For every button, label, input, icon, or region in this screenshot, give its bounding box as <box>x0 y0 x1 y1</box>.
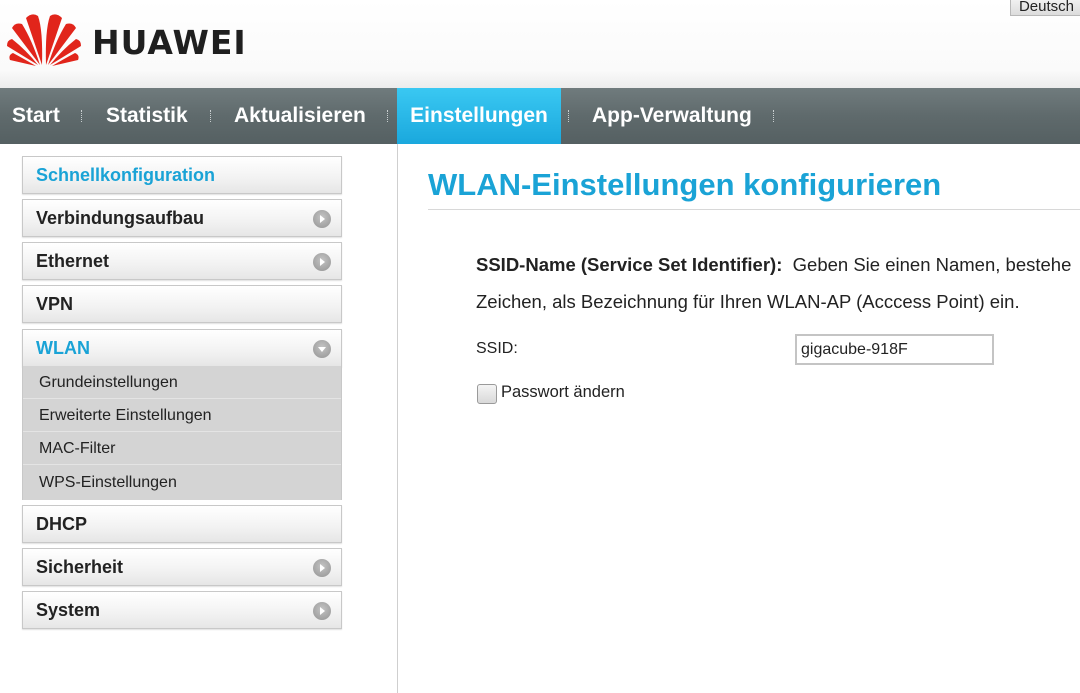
wlan-submenu: Grundeinstellungen Erweiterte Einstellun… <box>22 366 342 500</box>
main-nav: Start Statistik Aktualisieren Einstellun… <box>0 88 1080 144</box>
chevron-right-icon <box>313 210 331 228</box>
nav-separator <box>210 110 212 122</box>
sidebar-item-verbindungsaufbau[interactable]: Verbindungsaufbau <box>22 199 342 237</box>
nav-separator <box>387 110 389 122</box>
sidebar-item-label: Verbindungsaufbau <box>36 208 205 228</box>
ssid-input[interactable] <box>795 334 994 365</box>
chevron-right-icon <box>313 559 331 577</box>
brand-name: HUAWEI <box>92 23 247 62</box>
chevron-right-icon <box>313 602 331 620</box>
header: HUAWEI Deutsch <box>0 0 1080 88</box>
submenu-item-erweiterte-einstellungen[interactable]: Erweiterte Einstellungen <box>23 399 341 432</box>
nav-separator <box>773 110 775 122</box>
nav-aktualisieren[interactable]: Aktualisieren <box>234 88 366 144</box>
sidebar-item-label: Schnellkonfiguration <box>36 165 216 185</box>
sidebar-item-label: WLAN <box>36 338 90 358</box>
sidebar-item-label: System <box>36 600 101 620</box>
description-text: Geben Sie einen Namen, bestehe <box>792 254 1072 275</box>
description-line-2: Zeichen, als Bezeichnung für Ihren WLAN-… <box>476 291 1020 312</box>
sidebar-item-wlan[interactable]: WLAN <box>22 329 342 367</box>
language-selector[interactable]: Deutsch <box>1009 0 1080 16</box>
nav-app-verwaltung[interactable]: App-Verwaltung <box>592 88 752 144</box>
nav-separator <box>81 110 83 122</box>
sidebar-item-system[interactable]: System <box>22 591 342 629</box>
nav-start[interactable]: Start <box>12 88 60 144</box>
nav-statistik[interactable]: Statistik <box>106 88 188 144</box>
sidebar-item-label: Sicherheit <box>36 557 124 577</box>
chevron-right-icon <box>313 253 331 271</box>
sidebar-item-label: DHCP <box>36 514 88 534</box>
ssid-label: SSID: <box>476 340 518 357</box>
sidebar-item-label: Ethernet <box>36 251 110 271</box>
submenu-item-grundeinstellungen[interactable]: Grundeinstellungen <box>23 366 341 399</box>
sidebar-item-sicherheit[interactable]: Sicherheit <box>22 548 342 586</box>
sidebar-item-vpn[interactable]: VPN <box>22 285 342 323</box>
password-change-label[interactable]: Passwort ändern <box>501 383 625 402</box>
submenu-item-mac-filter[interactable]: MAC-Filter <box>23 432 341 465</box>
chevron-down-icon <box>313 340 331 358</box>
password-change-checkbox[interactable] <box>477 384 497 404</box>
title-divider <box>428 209 1080 210</box>
nav-einstellungen[interactable]: Einstellungen <box>397 88 561 144</box>
sidebar-item-schnellkonfiguration[interactable]: Schnellkonfiguration <box>22 156 342 194</box>
page-title: WLAN-Einstellungen konfigurieren <box>428 167 942 202</box>
sidebar-item-label: VPN <box>36 294 74 314</box>
nav-separator <box>568 110 570 122</box>
sidebar-item-ethernet[interactable]: Ethernet <box>22 242 342 280</box>
description-term: SSID-Name (Service Set Identifier): <box>476 254 783 275</box>
huawei-logo-icon <box>7 14 81 66</box>
sidebar-item-dhcp[interactable]: DHCP <box>22 505 342 543</box>
ssid-description: SSID-Name (Service Set Identifier): Gebe… <box>476 246 1080 320</box>
content-divider <box>397 144 398 693</box>
description-line-1: SSID-Name (Service Set Identifier): Gebe… <box>476 246 1080 283</box>
submenu-item-wps-einstellungen[interactable]: WPS-Einstellungen <box>23 466 341 499</box>
